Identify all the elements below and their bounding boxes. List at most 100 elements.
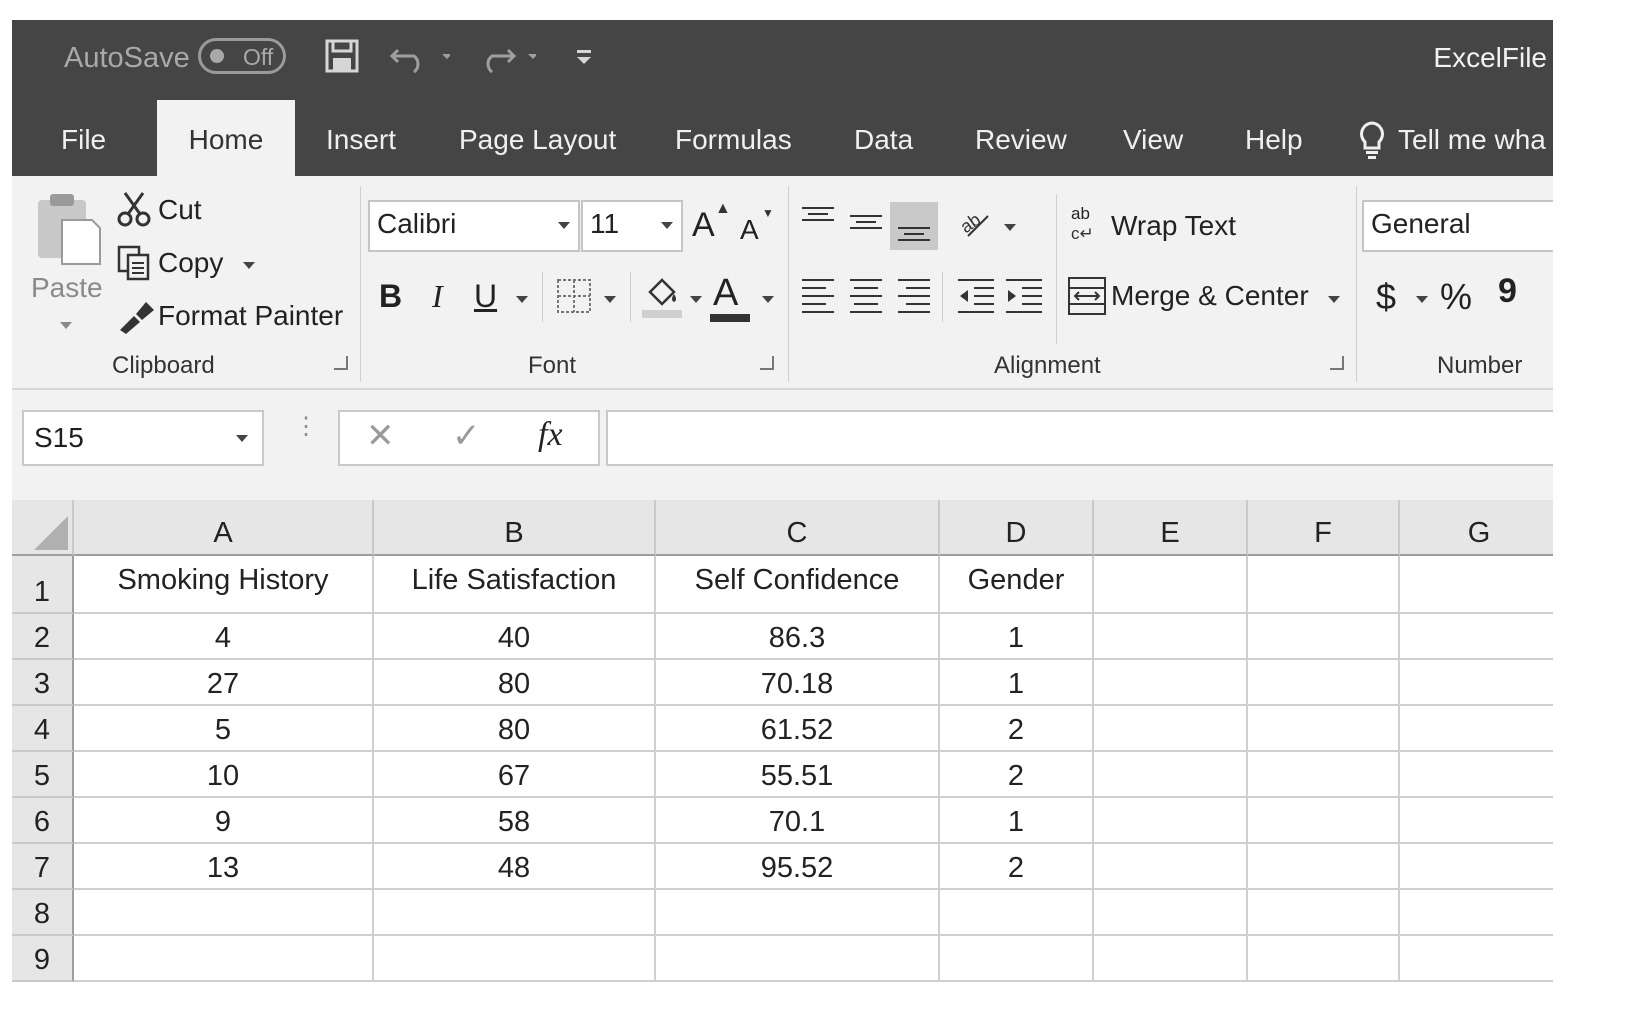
autosave-toggle[interactable]: Off — [198, 38, 286, 74]
cell-c3[interactable]: 70.18 — [656, 660, 940, 706]
tell-me-search[interactable]: Tell me wha — [1398, 100, 1546, 176]
cell-c1[interactable]: Self Confidence — [656, 556, 940, 614]
cut-button[interactable]: Cut — [158, 194, 202, 226]
cell-d3[interactable]: 1 — [940, 660, 1094, 706]
cell-a1[interactable]: Smoking History — [74, 556, 374, 614]
tab-page-layout[interactable]: Page Layout — [459, 100, 616, 176]
cell-e3[interactable] — [1094, 660, 1248, 706]
cell-c6[interactable]: 70.1 — [656, 798, 940, 844]
cell-g4[interactable] — [1400, 706, 1553, 752]
italic-button[interactable]: I — [432, 278, 443, 315]
cell-g3[interactable] — [1400, 660, 1553, 706]
merge-center-dropdown-caret[interactable] — [1328, 296, 1340, 303]
paste-label[interactable]: Paste — [31, 272, 103, 304]
formula-input[interactable] — [606, 410, 1553, 466]
number-format-select[interactable]: General — [1362, 200, 1553, 252]
underline-button[interactable]: U — [474, 278, 497, 315]
cell-e9[interactable] — [1094, 936, 1248, 982]
font-color-button[interactable]: A — [713, 272, 738, 315]
customize-qat-icon[interactable] — [574, 38, 596, 79]
tab-file[interactable]: File — [61, 100, 106, 176]
tab-home[interactable]: Home — [157, 100, 295, 176]
underline-dropdown-caret[interactable] — [516, 296, 528, 303]
tab-insert[interactable]: Insert — [326, 100, 396, 176]
cell-d2[interactable]: 1 — [940, 614, 1094, 660]
cell-f2[interactable] — [1248, 614, 1400, 660]
cell-a3[interactable]: 27 — [74, 660, 374, 706]
cell-f9[interactable] — [1248, 936, 1400, 982]
decrease-indent-icon[interactable] — [956, 276, 996, 321]
cell-c2[interactable]: 86.3 — [656, 614, 940, 660]
cell-f5[interactable] — [1248, 752, 1400, 798]
cell-f7[interactable] — [1248, 844, 1400, 890]
font-name-select[interactable]: Calibri — [368, 200, 580, 252]
cell-b4[interactable]: 80 — [374, 706, 656, 752]
fill-color-dropdown-caret[interactable] — [690, 296, 702, 303]
percent-button[interactable]: % — [1440, 276, 1472, 318]
cell-b2[interactable]: 40 — [374, 614, 656, 660]
cell-g1[interactable] — [1400, 556, 1553, 614]
cell-d7[interactable]: 2 — [940, 844, 1094, 890]
cell-d6[interactable]: 1 — [940, 798, 1094, 844]
cell-e5[interactable] — [1094, 752, 1248, 798]
more-options-icon[interactable]: ⋮ — [294, 415, 318, 439]
fill-color-icon[interactable] — [640, 272, 684, 325]
tab-data[interactable]: Data — [854, 100, 913, 176]
row-header-3[interactable]: 3 — [12, 660, 74, 706]
cell-e8[interactable] — [1094, 890, 1248, 936]
cell-a5[interactable]: 10 — [74, 752, 374, 798]
cell-a8[interactable] — [74, 890, 374, 936]
cell-b3[interactable]: 80 — [374, 660, 656, 706]
tab-formulas[interactable]: Formulas — [675, 100, 792, 176]
font-color-dropdown-caret[interactable] — [762, 296, 774, 303]
cell-b6[interactable]: 58 — [374, 798, 656, 844]
cell-f4[interactable] — [1248, 706, 1400, 752]
decrease-font-size-button[interactable]: A — [740, 214, 759, 246]
cell-b9[interactable] — [374, 936, 656, 982]
column-header-e[interactable]: E — [1094, 500, 1248, 556]
enter-icon[interactable]: ✓ — [452, 416, 481, 456]
cell-b8[interactable] — [374, 890, 656, 936]
row-header-6[interactable]: 6 — [12, 798, 74, 844]
paste-icon[interactable] — [34, 190, 104, 271]
font-size-select[interactable]: 11 — [581, 200, 683, 252]
cell-b1[interactable]: Life Satisfaction — [374, 556, 656, 614]
cell-a7[interactable]: 13 — [74, 844, 374, 890]
cell-c9[interactable] — [656, 936, 940, 982]
align-right-icon[interactable] — [896, 276, 932, 321]
cell-c8[interactable] — [656, 890, 940, 936]
cell-b7[interactable]: 48 — [374, 844, 656, 890]
cell-g8[interactable] — [1400, 890, 1553, 936]
increase-indent-icon[interactable] — [1004, 276, 1044, 321]
row-header-9[interactable]: 9 — [12, 936, 74, 982]
column-header-g[interactable]: G — [1400, 500, 1553, 556]
paste-dropdown-caret[interactable] — [60, 322, 72, 329]
cell-b5[interactable]: 67 — [374, 752, 656, 798]
align-center-icon[interactable] — [848, 276, 884, 321]
cell-a4[interactable]: 5 — [74, 706, 374, 752]
align-left-icon[interactable] — [800, 276, 836, 321]
cell-c7[interactable]: 95.52 — [656, 844, 940, 890]
cell-a2[interactable]: 4 — [74, 614, 374, 660]
bold-button[interactable]: B — [379, 278, 402, 315]
row-header-2[interactable]: 2 — [12, 614, 74, 660]
select-all-button[interactable] — [12, 500, 74, 556]
cell-d4[interactable]: 2 — [940, 706, 1094, 752]
cell-e4[interactable] — [1094, 706, 1248, 752]
cancel-icon[interactable]: ✕ — [366, 416, 395, 456]
cell-f3[interactable] — [1248, 660, 1400, 706]
cell-g5[interactable] — [1400, 752, 1553, 798]
wrap-text-button[interactable]: Wrap Text — [1111, 210, 1236, 242]
alignment-launcher-icon[interactable] — [1330, 356, 1344, 370]
cell-g7[interactable] — [1400, 844, 1553, 890]
comma-style-button[interactable]: 9 — [1498, 272, 1517, 311]
cell-d8[interactable] — [940, 890, 1094, 936]
cell-c5[interactable]: 55.51 — [656, 752, 940, 798]
column-header-f[interactable]: F — [1248, 500, 1400, 556]
middle-align-icon[interactable] — [848, 204, 884, 245]
cell-d9[interactable] — [940, 936, 1094, 982]
insert-function-icon[interactable]: fx — [538, 416, 563, 454]
column-header-c[interactable]: C — [656, 500, 940, 556]
cell-f6[interactable] — [1248, 798, 1400, 844]
row-header-8[interactable]: 8 — [12, 890, 74, 936]
